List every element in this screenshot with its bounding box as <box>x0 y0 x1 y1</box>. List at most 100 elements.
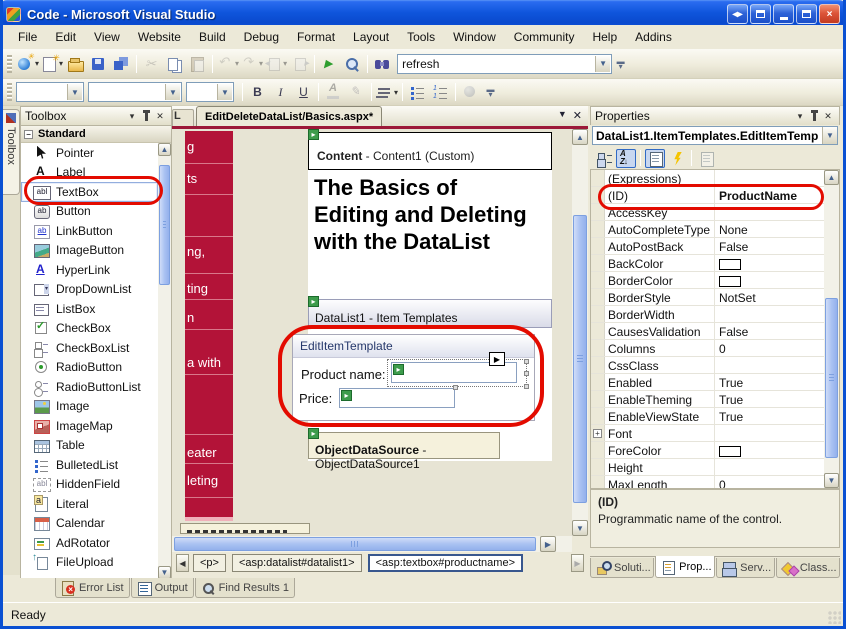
toolbox-item[interactable]: LinkButton <box>21 221 158 241</box>
property-value[interactable] <box>715 306 824 322</box>
close-document-icon[interactable]: ✕ <box>573 109 582 122</box>
toolbox-item[interactable]: AdRotator <box>21 533 158 553</box>
menu-item[interactable]: File <box>9 27 46 47</box>
scroll-down-icon[interactable]: ▼ <box>824 473 839 488</box>
tab-list-chevron-icon[interactable]: ▼ <box>558 109 567 122</box>
align-button[interactable]: ▾ <box>375 81 399 103</box>
toolbox-item[interactable]: HyperLink <box>21 260 158 280</box>
property-value[interactable]: None <box>715 221 824 237</box>
menu-item[interactable]: Community <box>505 27 584 47</box>
navigate-back-button[interactable]: ▾ <box>264 53 288 75</box>
property-value[interactable] <box>715 255 824 271</box>
save-all-button[interactable] <box>110 53 133 75</box>
property-value[interactable] <box>715 459 824 475</box>
resize-handle[interactable] <box>524 359 529 364</box>
panel-tab[interactable]: Error List <box>55 578 130 598</box>
paste-button[interactable] <box>186 53 209 75</box>
tag-breadcrumb-button[interactable]: <p> <box>193 554 226 572</box>
toolbar-overflow-button[interactable]: ▬▾ <box>614 54 627 74</box>
property-row[interactable]: + Font <box>591 425 824 442</box>
toolbox-item[interactable]: ImageButton <box>21 241 158 261</box>
menu-item[interactable]: Debug <box>235 27 288 47</box>
scrollbar-thumb[interactable] <box>159 165 170 285</box>
tag-breadcrumb-button[interactable]: <asp:datalist#datalist1> <box>232 554 362 572</box>
design-surface[interactable]: gtsng,tingna witheaterleting ▸ Content -… <box>172 129 572 536</box>
highlight-button[interactable] <box>345 81 368 103</box>
property-row[interactable]: + Columns 0 <box>591 340 824 357</box>
hyperlink-button[interactable] <box>459 81 482 103</box>
property-row[interactable]: + BorderWidth <box>591 306 824 323</box>
toolbox-item[interactable]: HiddenField <box>21 475 158 495</box>
new-website-button[interactable]: ▾ <box>16 53 40 75</box>
minimize-button[interactable] <box>773 4 794 24</box>
property-value[interactable]: True <box>715 391 824 407</box>
property-row[interactable]: + AutoCompleteType None <box>591 221 824 238</box>
window-menu-icon[interactable]: ▾ <box>125 109 139 123</box>
bullet-list-button[interactable] <box>406 81 429 103</box>
close-icon[interactable]: ✕ <box>821 109 835 123</box>
scrollbar-thumb[interactable] <box>825 298 838 458</box>
toolbox-title-bar[interactable]: Toolbox ▾ ✕ <box>20 106 172 125</box>
objectdatasource-control[interactable]: ObjectDataSource - ObjectDataSource1 <box>308 432 500 459</box>
copy-button[interactable] <box>163 53 186 75</box>
chevron-down-icon[interactable]: ▼ <box>595 56 610 72</box>
property-value[interactable]: 0 <box>715 476 824 489</box>
pin-icon[interactable] <box>807 109 821 123</box>
property-value[interactable] <box>715 357 824 373</box>
find-in-files-button[interactable] <box>371 53 394 75</box>
italic-button[interactable]: I <box>269 81 292 103</box>
property-row[interactable]: + EnableViewState True <box>591 408 824 425</box>
menu-item[interactable]: Help <box>583 27 626 47</box>
toolbox-section-header[interactable]: − Standard <box>21 126 171 143</box>
numbered-list-button[interactable] <box>429 81 452 103</box>
property-value[interactable]: False <box>715 323 824 339</box>
panel-tab[interactable]: Serv... <box>716 558 775 578</box>
design-horizontal-scrollbar[interactable]: ▶ <box>172 536 572 552</box>
property-value[interactable]: True <box>715 408 824 424</box>
toolbox-side-tab[interactable]: Toolbox <box>3 109 20 195</box>
toolbox-item[interactable]: Literal <box>21 494 158 514</box>
property-value[interactable] <box>715 425 824 441</box>
properties-scrollbar[interactable]: ▲ ▼ <box>824 170 839 488</box>
font-name-combo[interactable]: ▼ <box>88 82 182 102</box>
categorized-button[interactable] <box>594 149 614 168</box>
properties-title-bar[interactable]: Properties ▾ ✕ <box>590 106 840 125</box>
navigate-forward-button[interactable] <box>288 53 311 75</box>
property-value[interactable] <box>715 170 824 186</box>
toolbox-item[interactable]: ImageMap <box>21 416 158 436</box>
menu-item[interactable]: Website <box>129 27 190 47</box>
property-row[interactable]: + BorderColor <box>591 272 824 289</box>
target-rule-combo[interactable]: ▼ <box>16 82 84 102</box>
menu-item[interactable]: Format <box>288 27 344 47</box>
asp-control-glyph-icon[interactable]: ▸ <box>308 296 319 307</box>
smart-tag-button[interactable]: ▶ <box>489 352 505 366</box>
menu-item[interactable]: View <box>85 27 129 47</box>
add-item-button[interactable]: ▾ <box>40 53 64 75</box>
property-row[interactable]: + CssClass <box>591 357 824 374</box>
menu-item[interactable]: Layout <box>344 27 398 47</box>
start-debug-button[interactable] <box>318 53 341 75</box>
background-document-tab[interactable]: L <box>172 109 194 126</box>
save-button[interactable] <box>87 53 110 75</box>
menu-item[interactable]: Edit <box>46 27 85 47</box>
object-selector[interactable]: DataList1.ItemTemplates.EditItemTemp ▼ <box>590 125 840 146</box>
property-value[interactable]: True <box>715 374 824 390</box>
toolbox-item[interactable]: Table <box>21 436 158 456</box>
resize-handle[interactable] <box>524 384 529 389</box>
property-row[interactable]: + EnableTheming True <box>591 391 824 408</box>
property-row[interactable]: + (Expressions) <box>591 170 824 187</box>
property-value[interactable]: False <box>715 238 824 254</box>
property-value[interactable]: ProductName <box>715 187 824 203</box>
toolbox-item[interactable]: Calendar <box>21 514 158 534</box>
selection-frame[interactable] <box>387 359 527 387</box>
toolbar-grip[interactable] <box>7 55 12 73</box>
property-row[interactable]: + Height <box>591 459 824 476</box>
property-row[interactable]: + MaxLength 0 <box>591 476 824 489</box>
font-size-combo[interactable]: ▼ <box>186 82 234 102</box>
property-value[interactable]: 0 <box>715 340 824 356</box>
tag-scroll-left-icon[interactable]: ◀ <box>176 554 189 572</box>
clipped-control[interactable] <box>180 523 310 534</box>
resize-grip[interactable] <box>828 611 841 624</box>
active-document-tab[interactable]: EditDeleteDataList/Basics.aspx* <box>196 106 382 126</box>
property-row[interactable]: + (ID) ProductName <box>591 187 824 204</box>
